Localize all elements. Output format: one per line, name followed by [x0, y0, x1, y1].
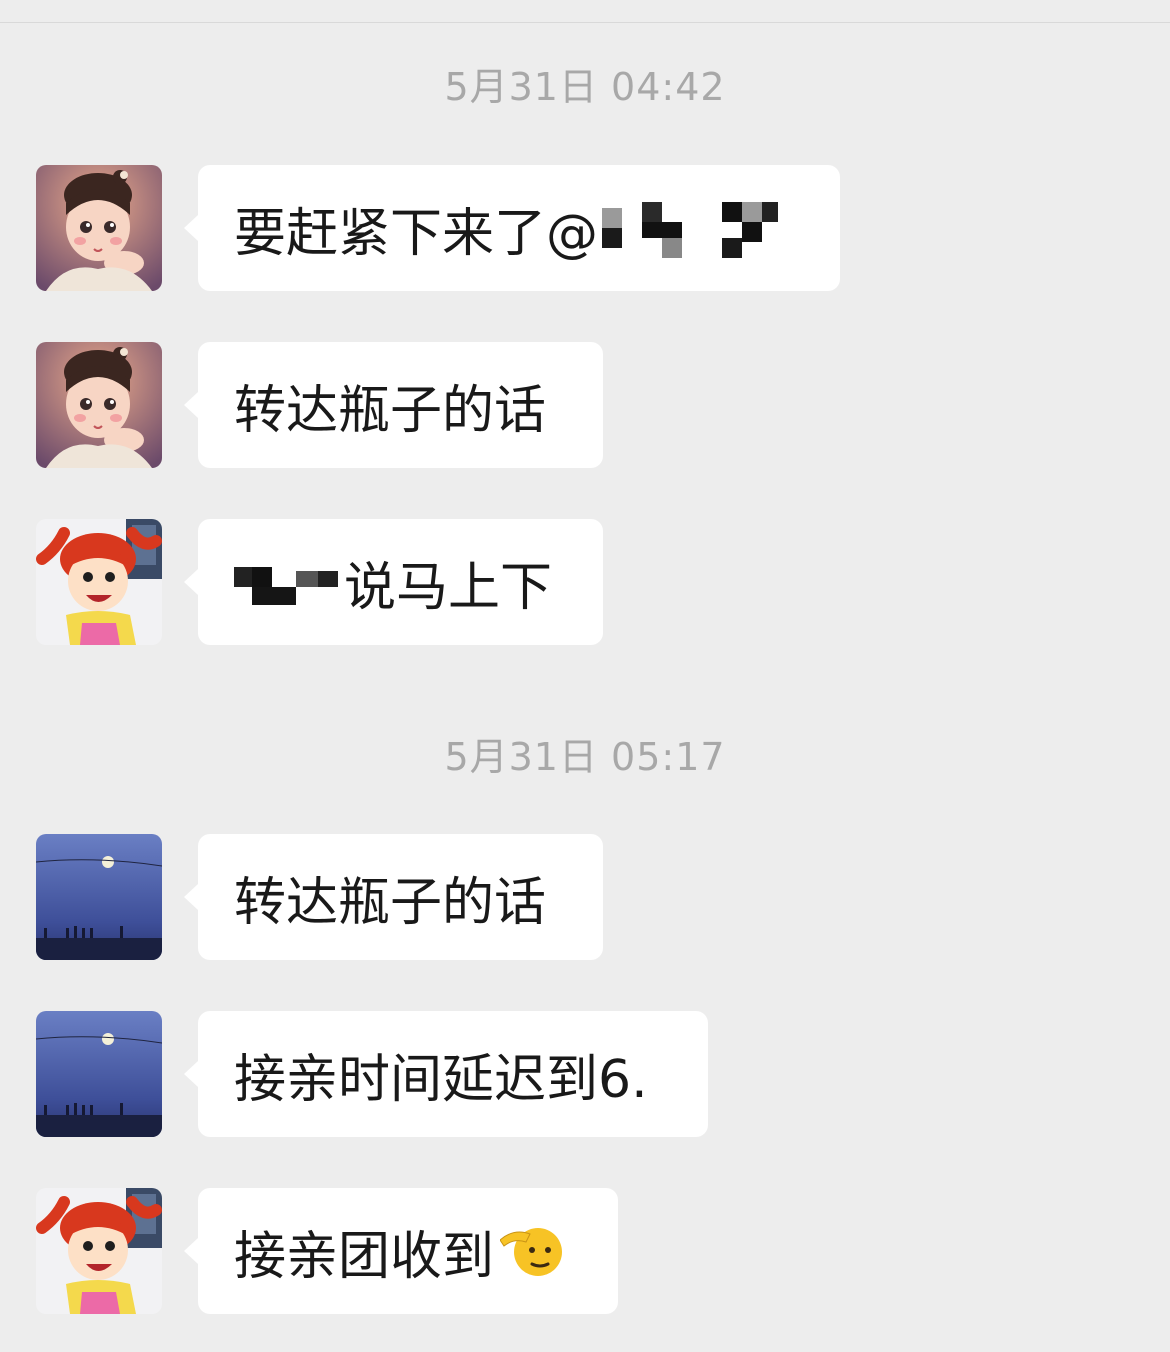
cartoon-redhead-avatar[interactable] [36, 1188, 162, 1314]
night-sky-avatar[interactable] [36, 1011, 162, 1137]
timestamp-divider: 5月31日 05:17 [444, 735, 726, 779]
message-bubble[interactable]: 转达瓶子的话 [184, 342, 603, 468]
message-bubble[interactable]: 说马上下 [184, 519, 603, 645]
message-text: 接亲时间延迟到6. [234, 1049, 648, 1110]
pixelated-redaction-icon [234, 557, 340, 607]
message-text: 要赶紧下来了@ [234, 203, 599, 264]
message-text: 转达瓶子的话 [234, 872, 547, 933]
message-text: 说马上下 [344, 557, 553, 618]
saluting-face-emoji-icon [500, 1220, 563, 1282]
message-text: 转达瓶子的话 [234, 380, 547, 441]
pixelated-redaction-icon [602, 196, 782, 260]
message-text: 接亲团收到 [234, 1226, 495, 1287]
message-bubble[interactable]: 转达瓶子的话 [184, 834, 603, 960]
timestamp-divider: 5月31日 04:42 [444, 65, 726, 109]
header-divider [0, 22, 1170, 23]
night-sky-avatar[interactable] [36, 834, 162, 960]
message-bubble[interactable]: 接亲时间延迟到6. [184, 1011, 708, 1137]
message-bubble[interactable]: 要赶紧下来了@ [184, 165, 840, 291]
message-bubble[interactable]: 接亲团收到 [184, 1188, 618, 1314]
girl-portrait-avatar[interactable] [36, 342, 162, 468]
girl-portrait-avatar[interactable] [36, 165, 162, 291]
cartoon-redhead-avatar[interactable] [36, 519, 162, 645]
